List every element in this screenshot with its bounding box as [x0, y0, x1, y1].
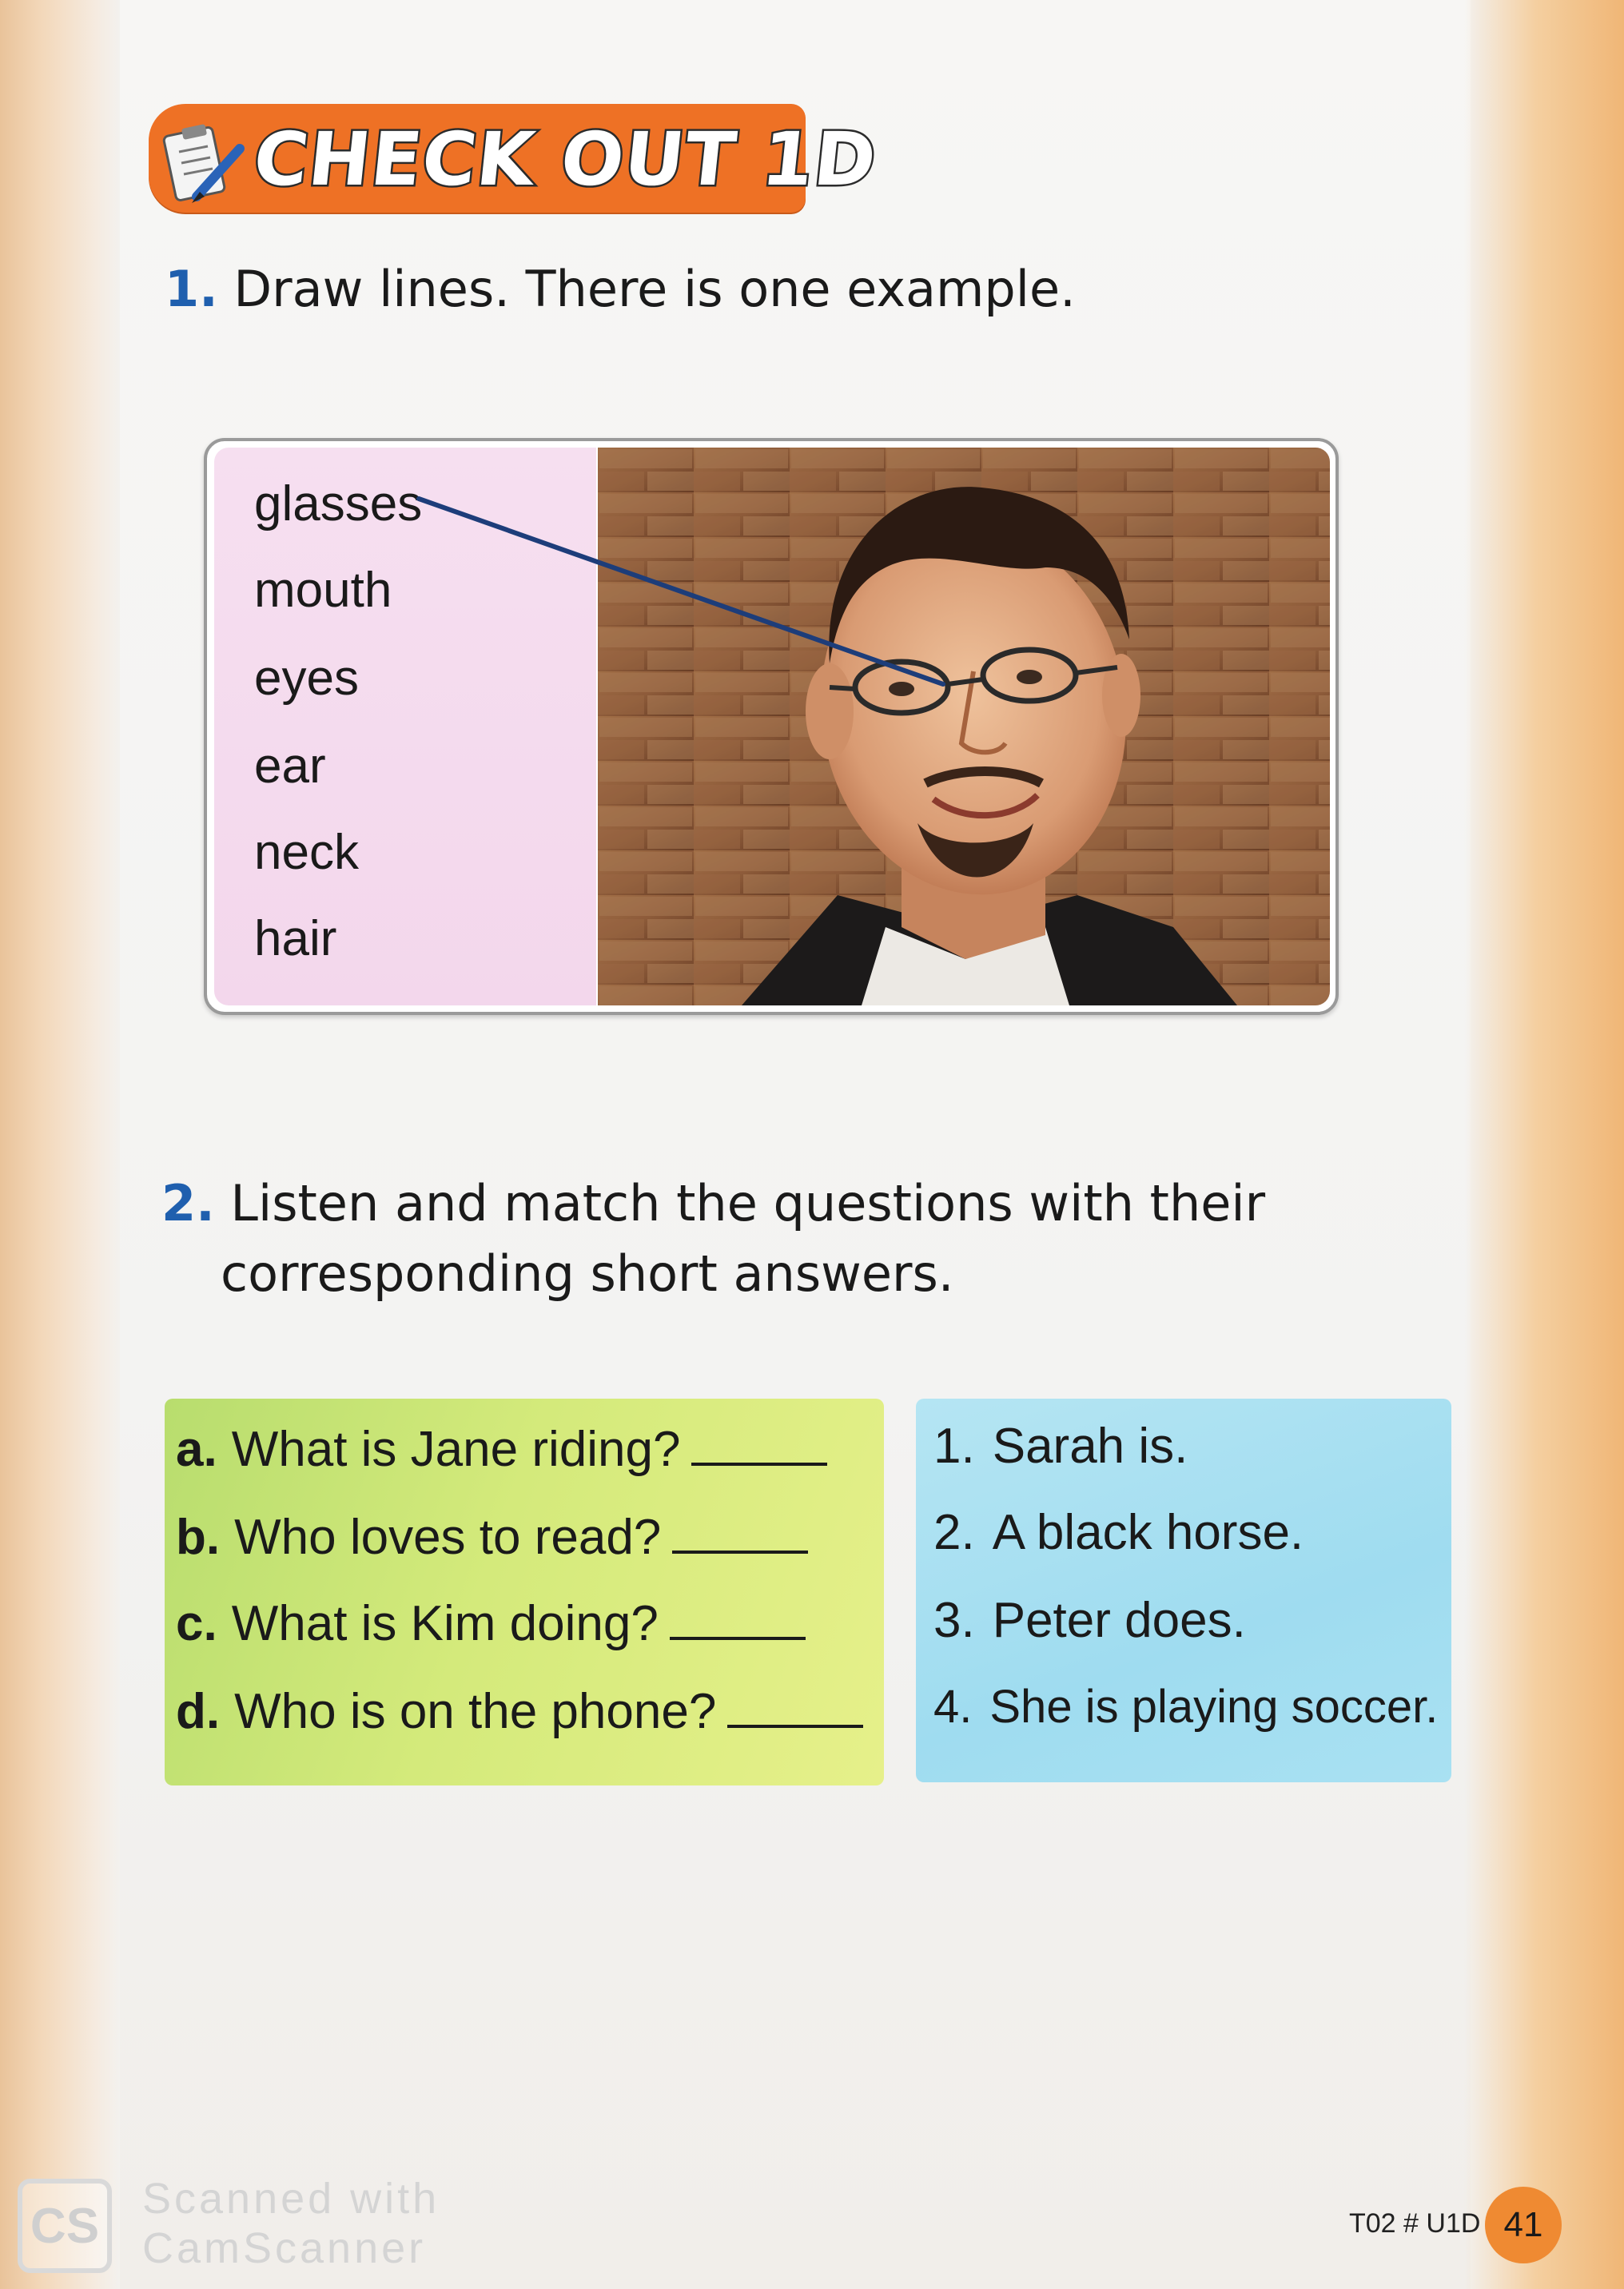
- question-row: c. What is Kim doing?: [176, 1594, 806, 1654]
- section-title: CHECK OUT 1D: [248, 115, 883, 205]
- answer-row: 2. A black horse.: [933, 1505, 1304, 1560]
- answer-row: 3. Peter does.: [933, 1593, 1246, 1648]
- answer-row: 1. Sarah is.: [933, 1419, 1188, 1474]
- question-row: d. Who is on the phone?: [176, 1682, 864, 1742]
- page-code: T02 # U1D: [1349, 2208, 1481, 2239]
- answer-blank[interactable]: [691, 1426, 828, 1466]
- word-option[interactable]: glasses: [254, 476, 422, 532]
- answer-blank[interactable]: [672, 1514, 809, 1554]
- word-option[interactable]: hair: [254, 911, 336, 967]
- page-paper: [120, 0, 1471, 2289]
- answer-blank[interactable]: [727, 1688, 864, 1728]
- camscanner-logo: CS: [18, 2179, 112, 2273]
- exercise-1-number: 1.: [165, 260, 218, 318]
- page-right-edge: [1464, 0, 1624, 2289]
- answer-blank[interactable]: [669, 1600, 806, 1640]
- clipboard-pen-icon: [160, 120, 248, 208]
- word-option[interactable]: eyes: [254, 651, 359, 707]
- exercise-2-instruction: 2. Listen and match the questions with t…: [161, 1168, 1265, 1239]
- portrait-photo: [598, 448, 1330, 1005]
- page-left-edge: [0, 0, 120, 2289]
- exercise-1-instruction: 1. Draw lines. There is one example.: [165, 254, 1076, 324]
- scanner-watermark-line2: CamScanner: [142, 2224, 427, 2272]
- question-row: b. Who loves to read?: [176, 1507, 809, 1568]
- exercise-2-text-line2: corresponding short answers.: [221, 1244, 954, 1303]
- exercise-1-text: Draw lines. There is one example.: [233, 260, 1076, 318]
- exercise-2-number: 2.: [161, 1174, 215, 1232]
- exercise-2-text-line1: Listen and match the questions with thei…: [230, 1174, 1266, 1232]
- answer-row: 4. She is playing soccer.: [933, 1681, 1439, 1733]
- question-row: a. What is Jane riding?: [176, 1419, 828, 1480]
- scanner-watermark-line1: Scanned with: [142, 2175, 440, 2223]
- word-option[interactable]: mouth: [254, 563, 392, 619]
- word-option[interactable]: ear: [254, 738, 326, 794]
- page-number: 41: [1485, 2187, 1562, 2263]
- word-option[interactable]: neck: [254, 825, 359, 881]
